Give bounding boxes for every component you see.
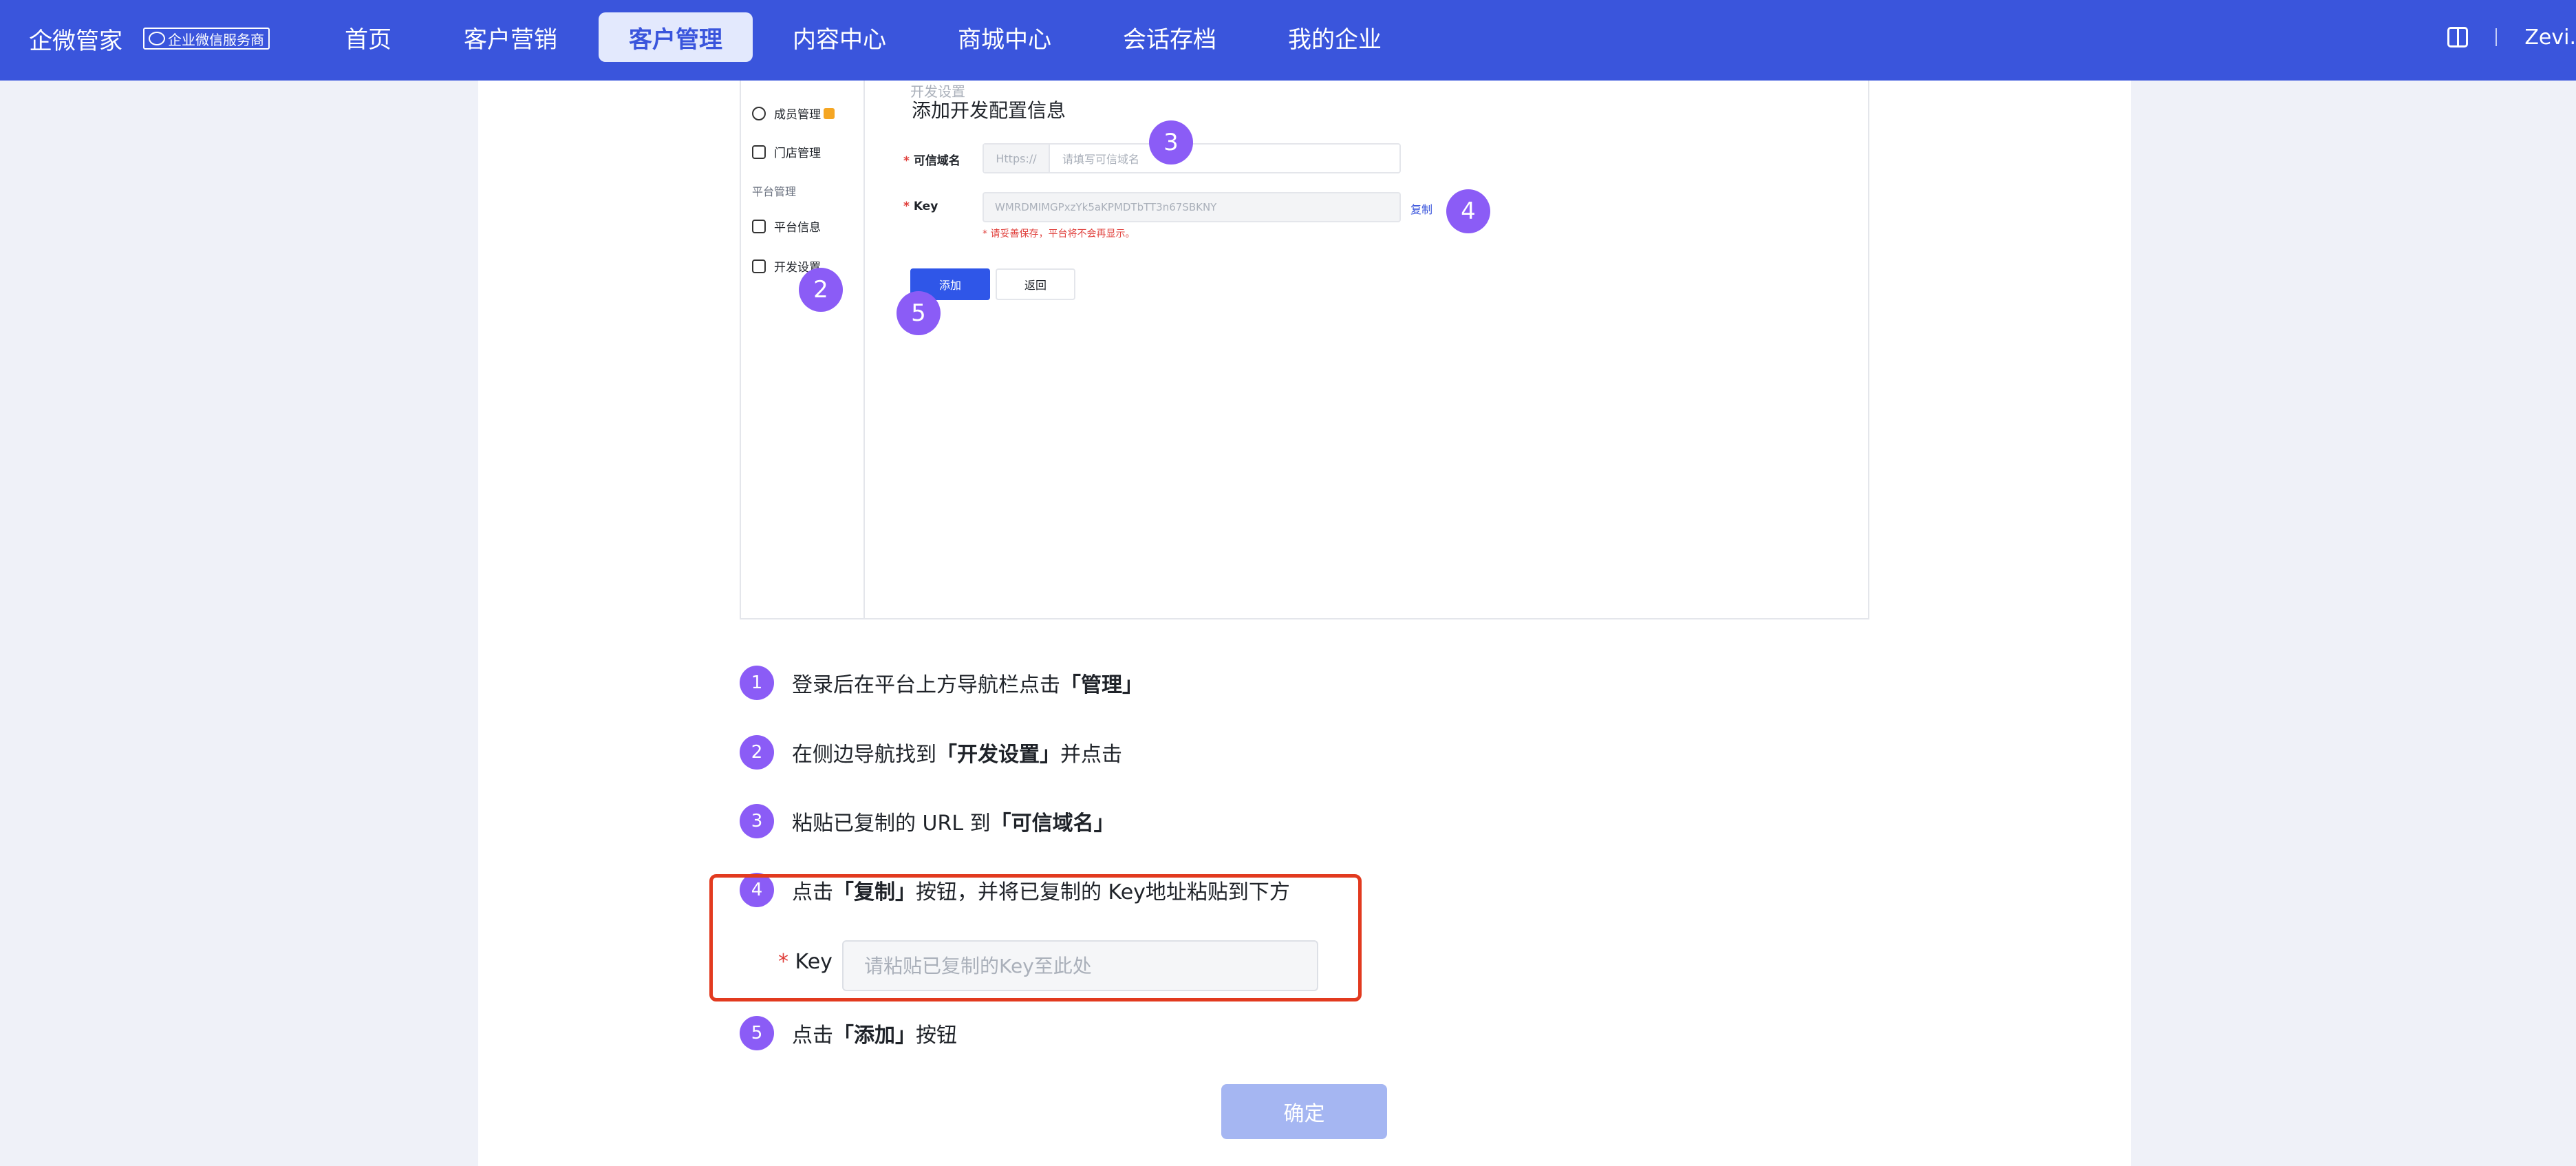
key-label-small: * Key bbox=[903, 200, 938, 213]
nav-content-center[interactable]: 内容中心 bbox=[784, 12, 894, 62]
copy-link: 复制 bbox=[1410, 203, 1433, 216]
step-number: 1 bbox=[740, 666, 774, 700]
book-icon[interactable] bbox=[2447, 27, 2469, 47]
key-field-label: * Key bbox=[778, 950, 833, 974]
side-item-store: 门店管理 bbox=[752, 143, 821, 160]
marker-2: 2 bbox=[799, 268, 843, 312]
side-label: 平台信息 bbox=[774, 221, 821, 235]
side-label: 门店管理 bbox=[774, 147, 821, 160]
code-icon bbox=[752, 259, 766, 273]
domain-placeholder: 请填写可信域名 bbox=[1062, 153, 1140, 166]
badge-icon bbox=[824, 107, 835, 119]
back-button-illustration: 返回 bbox=[996, 268, 1075, 300]
side-label: 成员管理 bbox=[774, 108, 821, 122]
nav-home[interactable]: 首页 bbox=[330, 12, 406, 62]
step-5: 5 点击「添加」按钮 bbox=[740, 1016, 957, 1050]
layers-icon bbox=[752, 219, 766, 233]
side-group-label: 平台管理 bbox=[752, 185, 797, 198]
domain-prefix: Https:// bbox=[984, 145, 1050, 172]
nav-customer-marketing[interactable]: 客户营销 bbox=[455, 12, 566, 62]
top-navigation-bar: 企微管家 企业微信服务商 首页 客户营销 客户管理 内容中心 商城中心 会话存档… bbox=[0, 0, 2576, 81]
brand[interactable]: 企微管家 企业微信服务商 bbox=[29, 19, 270, 58]
wechat-work-icon bbox=[149, 32, 165, 45]
side-item-platform: 平台信息 bbox=[752, 218, 821, 235]
user-icon bbox=[752, 106, 766, 120]
step-number: 2 bbox=[740, 735, 774, 770]
nav-mall-center[interactable]: 商城中心 bbox=[949, 12, 1060, 62]
side-item-member: 成员管理 bbox=[752, 105, 835, 122]
screenshot-sidebar: 成员管理 门店管理 平台管理 平台信息 开发设置 bbox=[741, 81, 865, 618]
nav-session-archive[interactable]: 会话存档 bbox=[1115, 12, 1225, 62]
domain-label: * 可信域名 bbox=[903, 154, 960, 168]
step-text: 粘贴已复制的 URL 到「可信域名」 bbox=[792, 812, 1115, 836]
store-icon bbox=[752, 145, 766, 159]
step-number: 5 bbox=[740, 1016, 774, 1050]
step-3: 3 粘贴已复制的 URL 到「可信域名」 bbox=[740, 804, 1115, 838]
step-text: 点击「添加」按钮 bbox=[792, 1024, 957, 1048]
screenshot-title: 添加开发配置信息 bbox=[912, 99, 1066, 122]
service-provider-badge: 企业微信服务商 bbox=[143, 28, 270, 50]
brand-name: 企微管家 bbox=[29, 27, 122, 55]
nav-my-enterprise[interactable]: 我的企业 bbox=[1280, 12, 1390, 62]
tutorial-screenshot: 成员管理 门店管理 平台管理 平台信息 开发设置 开发设置 添加开发配置信息 *… bbox=[740, 81, 1869, 619]
step-2: 2 在侧边导航找到「开发设置」并点击 bbox=[740, 735, 1122, 770]
key-value-field: WMRDMIMGPxzYk5aKPMDTbTT3n67SBKNY bbox=[983, 192, 1401, 222]
marker-4: 4 bbox=[1446, 189, 1490, 233]
marker-3: 3 bbox=[1149, 120, 1193, 165]
divider bbox=[2496, 28, 2498, 46]
save-warning: * 请妥善保存，平台将不会再显示。 bbox=[983, 229, 1135, 240]
step-1: 1 登录后在平台上方导航栏点击「管理」 bbox=[740, 666, 1143, 700]
marker-5: 5 bbox=[897, 291, 941, 335]
key-input[interactable] bbox=[842, 940, 1318, 991]
step-text: 在侧边导航找到「开发设置」并点击 bbox=[792, 743, 1122, 767]
badge-label: 企业微信服务商 bbox=[168, 31, 264, 48]
user-name[interactable]: Zevi. bbox=[2524, 25, 2576, 50]
confirm-button[interactable]: 确定 bbox=[1221, 1084, 1387, 1139]
top-right-area: Zevi. bbox=[2447, 23, 2576, 51]
step-number: 3 bbox=[740, 804, 774, 838]
step-text: 登录后在平台上方导航栏点击「管理」 bbox=[792, 673, 1143, 697]
nav-customer-management[interactable]: 客户管理 bbox=[599, 12, 753, 62]
